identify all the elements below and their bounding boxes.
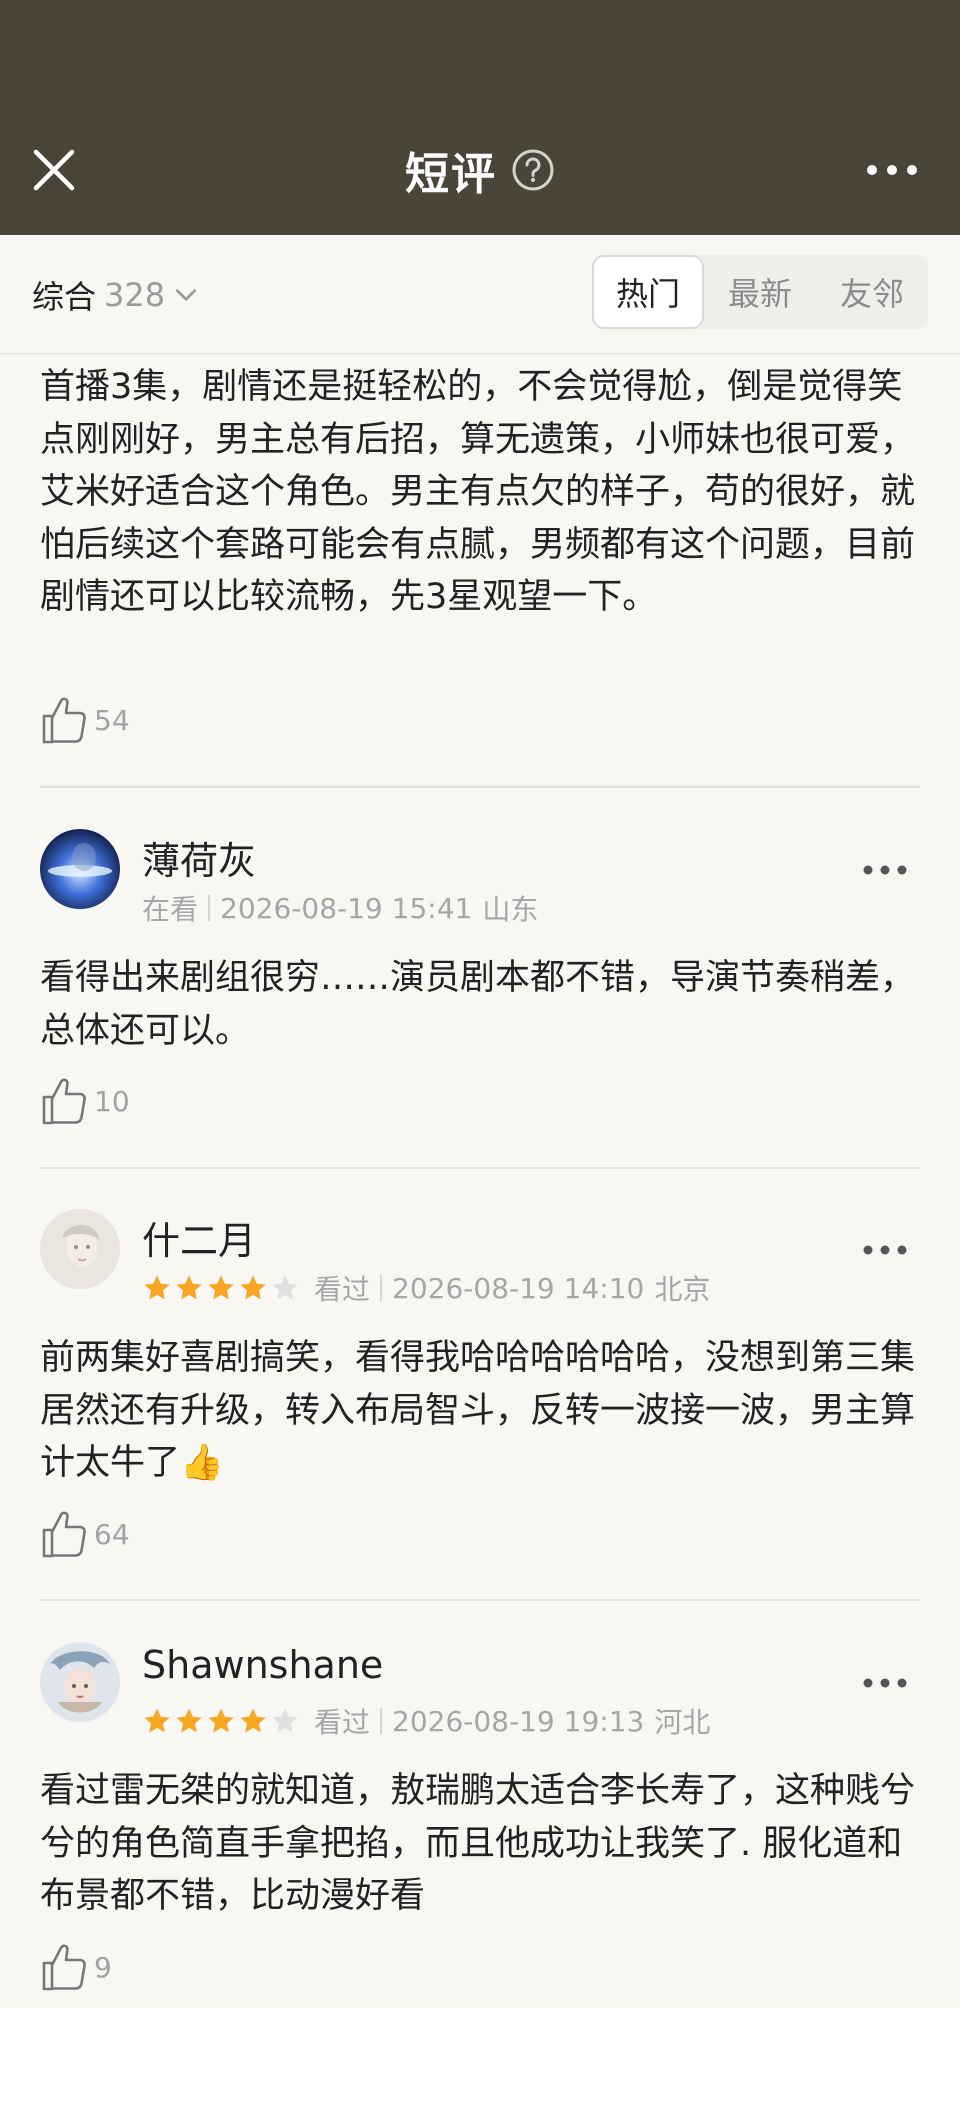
separator bbox=[380, 1275, 383, 1301]
avatar[interactable] bbox=[40, 829, 120, 909]
rating-stars bbox=[142, 1273, 300, 1303]
star-filled-icon bbox=[240, 1275, 266, 1300]
title-group: 短评 bbox=[0, 140, 960, 200]
rating-stars bbox=[142, 1706, 300, 1736]
comment-location: 河北 bbox=[654, 1706, 711, 1739]
star-filled-icon bbox=[208, 1708, 234, 1733]
sort-label: 综合 bbox=[32, 278, 97, 316]
comment-datetime: 2026-08-19 15:41 bbox=[220, 891, 473, 925]
sort-dropdown[interactable]: 综合 328 bbox=[32, 271, 199, 319]
page-title: 短评 bbox=[405, 149, 497, 200]
star-empty-icon bbox=[272, 1275, 298, 1300]
avatar-image bbox=[40, 1642, 120, 1722]
like-button[interactable]: 10 bbox=[40, 1073, 130, 1129]
comment-more-button[interactable] bbox=[860, 855, 910, 885]
like-count: 54 bbox=[94, 703, 130, 737]
comment-text: 看得出来剧组很穷……演员剧本都不错，导演节奏稍差，总体还可以。 bbox=[40, 958, 916, 1051]
more-horizontal-icon bbox=[867, 165, 917, 175]
more-options-button[interactable] bbox=[862, 150, 922, 190]
like-button[interactable]: 64 bbox=[40, 1506, 130, 1562]
thumbs-up-icon bbox=[42, 1511, 86, 1558]
star-filled-icon bbox=[240, 1708, 266, 1733]
star-filled-icon bbox=[176, 1275, 202, 1300]
help-circle-icon[interactable] bbox=[511, 148, 555, 192]
comment-location: 山东 bbox=[482, 893, 539, 926]
comment-datetime: 2026-08-19 14:10 bbox=[392, 1271, 645, 1305]
chevron-down-icon bbox=[176, 289, 197, 301]
comment-meta: 看过 2026-08-19 14:10 北京 bbox=[142, 1270, 710, 1306]
separator bbox=[208, 895, 211, 921]
like-count: 10 bbox=[94, 1084, 130, 1118]
like-count: 64 bbox=[94, 1517, 130, 1551]
separator bbox=[380, 1708, 383, 1734]
star-empty-icon bbox=[272, 1708, 298, 1733]
top-nav-bar: 短评 bbox=[0, 0, 960, 235]
avatar[interactable] bbox=[40, 1642, 120, 1722]
star-filled-icon bbox=[176, 1708, 202, 1733]
tab-latest[interactable]: 最新 bbox=[704, 255, 816, 329]
divider bbox=[40, 786, 920, 788]
comment-location: 北京 bbox=[654, 1273, 711, 1306]
comment-datetime: 2026-08-19 19:13 bbox=[392, 1704, 645, 1738]
like-button[interactable]: 9 bbox=[40, 1939, 112, 1995]
comment-text: 前两集好喜剧搞笑，看得我哈哈哈哈哈哈，没想到第三集居然还有升级，转入布局智斗，反… bbox=[40, 1338, 916, 1483]
filter-bar: 综合 328 热门 最新 友邻 bbox=[0, 235, 960, 355]
more-horizontal-icon bbox=[863, 1245, 907, 1255]
username[interactable]: 什二月 bbox=[142, 1210, 256, 1265]
watch-status: 看过 bbox=[314, 1706, 371, 1739]
comment-text: 看过雷无桀的就知道，敖瑞鹏太适合李长寿了，这种贱兮兮的角色简直手拿把掐，而且他成… bbox=[40, 1771, 916, 1916]
divider bbox=[40, 1167, 920, 1169]
comment-meta: 在看 2026-08-19 15:41 山东 bbox=[142, 890, 539, 927]
more-horizontal-icon bbox=[863, 865, 907, 875]
avatar-image bbox=[40, 1209, 120, 1289]
star-filled-icon bbox=[144, 1275, 170, 1300]
tab-hot[interactable]: 热门 bbox=[592, 255, 704, 329]
comment-more-button[interactable] bbox=[860, 1668, 910, 1698]
username[interactable]: 薄荷灰 bbox=[142, 830, 256, 885]
thumbs-up-icon bbox=[42, 1078, 86, 1125]
divider bbox=[40, 1599, 920, 1601]
filter-tabs: 热门 最新 友邻 bbox=[592, 255, 928, 329]
avatar[interactable] bbox=[40, 1209, 120, 1289]
star-filled-icon bbox=[144, 1708, 170, 1733]
like-button[interactable]: 54 bbox=[40, 692, 130, 748]
watch-status: 看过 bbox=[314, 1273, 371, 1306]
avatar-image bbox=[40, 829, 120, 909]
watch-status: 在看 bbox=[142, 893, 199, 926]
more-horizontal-icon bbox=[863, 1678, 907, 1688]
star-filled-icon bbox=[208, 1275, 234, 1300]
comment-meta: 看过 2026-08-19 19:13 河北 bbox=[142, 1703, 710, 1739]
username[interactable]: Shawnshane bbox=[142, 1643, 383, 1687]
comment-more-button[interactable] bbox=[860, 1235, 910, 1265]
thumbs-up-icon bbox=[42, 697, 86, 744]
like-count: 9 bbox=[94, 1950, 112, 1984]
thumbs-up-icon bbox=[42, 1944, 86, 1991]
sort-count: 328 bbox=[104, 276, 166, 314]
tab-friends[interactable]: 友邻 bbox=[816, 255, 928, 329]
comment-text: 首播3集，剧情还是挺轻松的，不会觉得尬，倒是觉得笑点刚刚好，男主总有后招，算无遗… bbox=[40, 367, 916, 617]
